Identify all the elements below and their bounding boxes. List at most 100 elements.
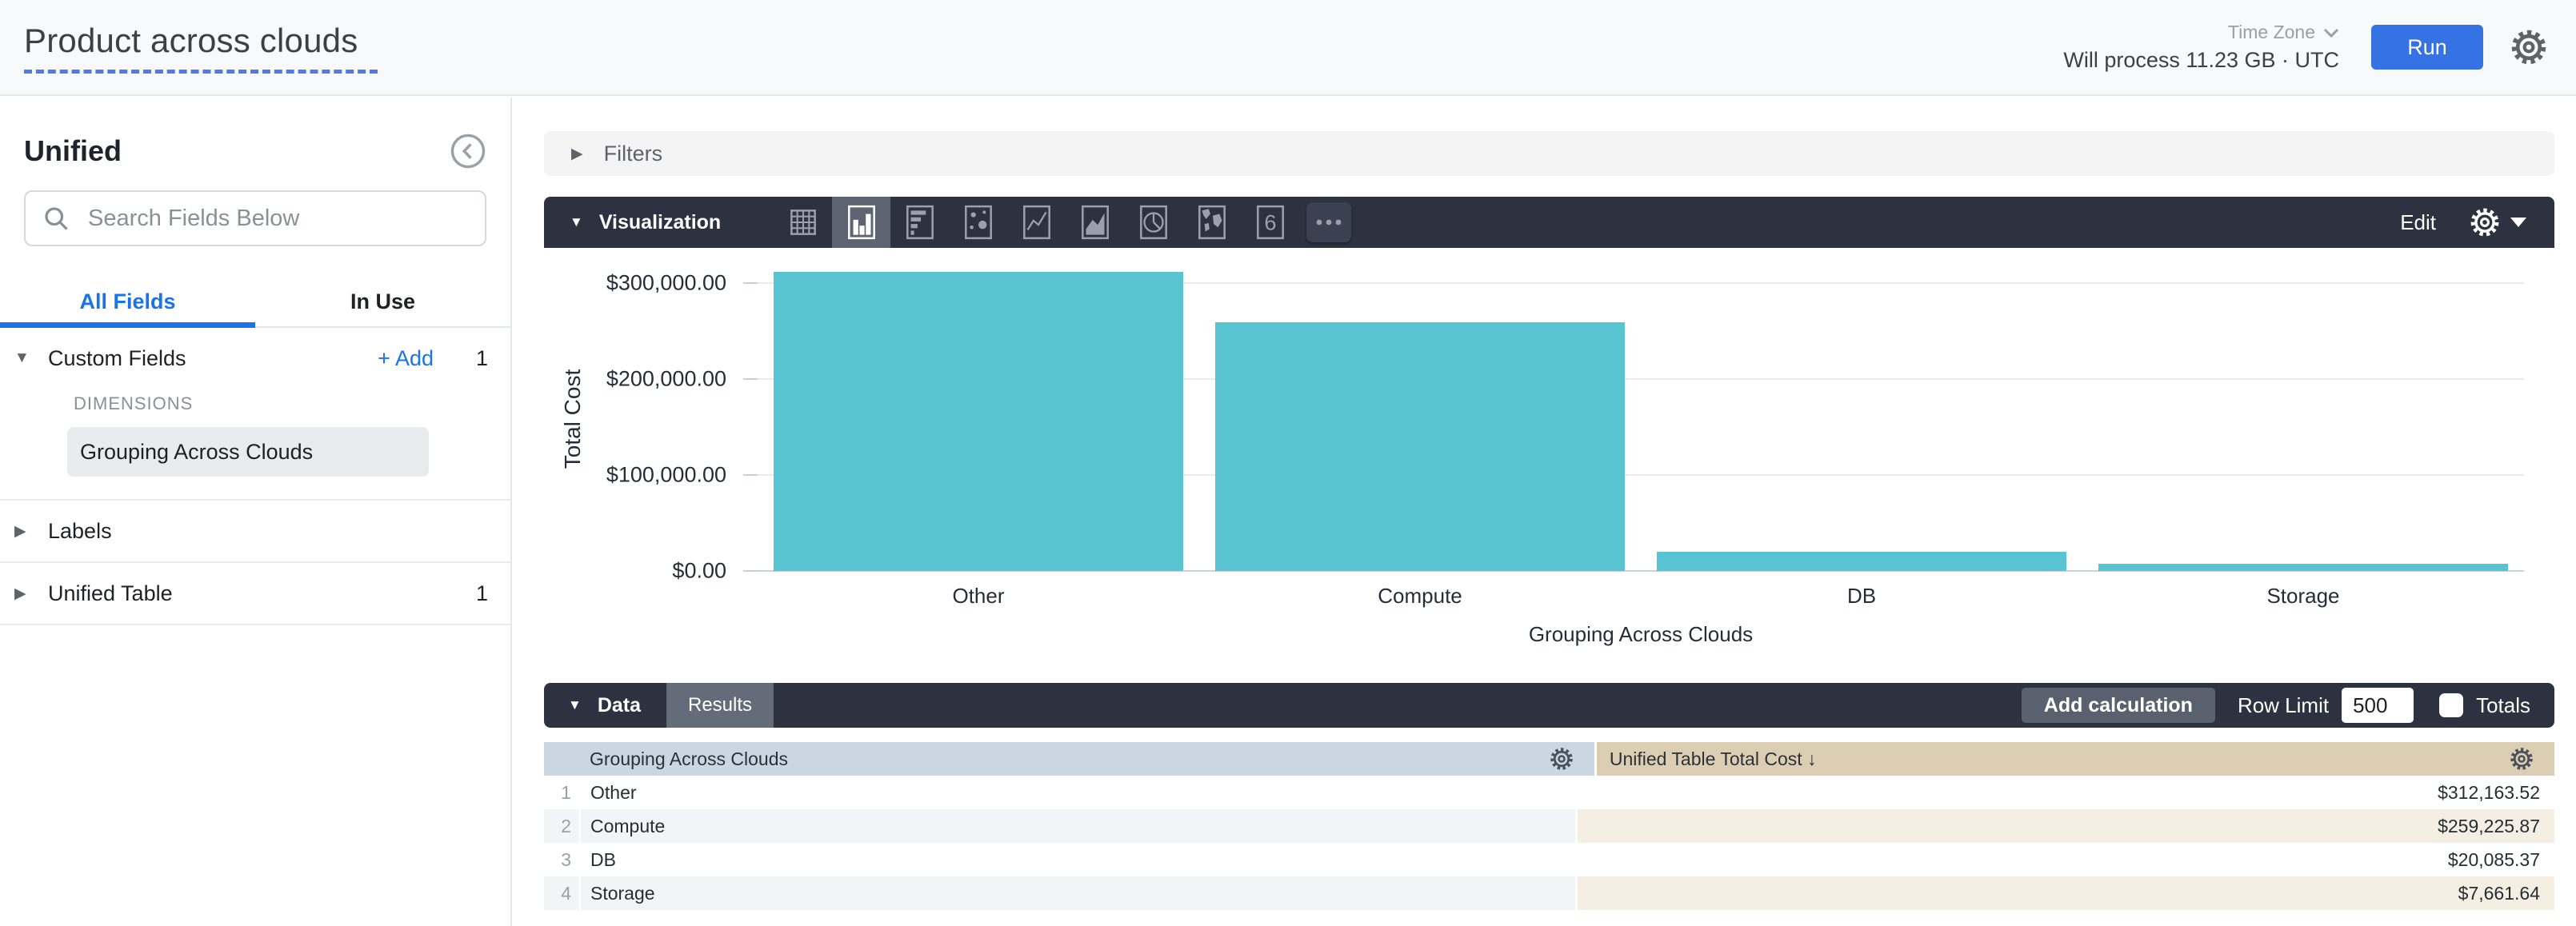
dimension-column-header[interactable]: Grouping Across Clouds <box>544 742 1594 776</box>
explore-settings-gear-icon[interactable] <box>2510 29 2547 66</box>
caret-right-icon: ▶ <box>14 585 42 603</box>
totals-checkbox[interactable] <box>2439 693 2463 717</box>
dimension-cell[interactable]: Storage <box>581 876 1575 910</box>
x-category-label: Other <box>758 584 1199 609</box>
caret-right-icon: ▶ <box>14 522 42 541</box>
explore-page: Product across clouds Time Zone Will pro… <box>0 0 2576 926</box>
filters-bar[interactable]: ▶ Filters <box>544 131 2554 176</box>
row-index: 2 <box>544 809 581 843</box>
measure-cell[interactable]: $259,225.87 <box>1575 809 2554 843</box>
column-gear-icon[interactable] <box>2510 747 2534 771</box>
x-axis-labels: OtherComputeDBStorage <box>758 584 2524 613</box>
x-category-label: Storage <box>2082 584 2524 609</box>
run-button[interactable]: Run <box>2371 25 2483 70</box>
column-gear-icon[interactable] <box>1550 747 1574 771</box>
more-viz-types-icon[interactable] <box>1299 197 1358 248</box>
area-chart-viz-icon[interactable] <box>1066 197 1124 248</box>
sidebar-section-unified-table[interactable]: ▶ Unified Table 1 <box>0 563 510 624</box>
table-row: 1Other$312,163.52 <box>544 776 2554 809</box>
sort-descending-icon[interactable]: ↓ <box>1807 748 1817 769</box>
row-index: 4 <box>544 876 581 910</box>
page-title[interactable]: Product across clouds <box>24 22 378 60</box>
sidebar-section-custom-fields[interactable]: ▼ Custom Fields + Add 1 <box>0 328 510 389</box>
dimension-cell[interactable]: Other <box>581 776 1575 809</box>
custom-fields-count: 1 <box>472 346 488 371</box>
table-viz-icon[interactable] <box>774 197 832 248</box>
caret-down-icon: ▼ <box>14 349 42 367</box>
row-index: 3 <box>544 843 581 876</box>
viz-type-switcher: 6 <box>774 197 1358 248</box>
line-chart-viz-icon[interactable] <box>1007 197 1066 248</box>
sidebar-section-labels[interactable]: ▶ Labels <box>0 501 510 561</box>
row-index: 1 <box>544 776 581 809</box>
x-category-label: DB <box>1641 584 2082 609</box>
bar-db[interactable] <box>1657 552 2066 571</box>
main-content: ▶ Filters ▼ Visualization <box>512 98 2576 926</box>
table-row: 3DB$20,085.37 <box>544 843 2554 876</box>
visualization-bar: ▼ Visualization <box>544 197 2554 248</box>
row-limit-input[interactable] <box>2342 688 2414 723</box>
table-header-row: Grouping Across Clouds Unified Table Tot… <box>544 742 2554 776</box>
totals-label: Totals <box>2476 693 2530 718</box>
caret-down-icon <box>2510 217 2527 228</box>
y-axis-labels: $300,000.00$200,000.00$100,000.00$0.00 <box>544 267 726 571</box>
axis-tick <box>743 570 758 572</box>
scatter-viz-icon[interactable] <box>949 197 1007 248</box>
unified-table-count: 1 <box>472 581 488 606</box>
dimension-cell[interactable]: Compute <box>581 809 1575 843</box>
caret-right-icon: ▶ <box>571 145 583 163</box>
y-tick-label: $300,000.00 <box>606 271 726 296</box>
map-viz-icon[interactable] <box>1182 197 1241 248</box>
dimension-cell[interactable]: DB <box>581 843 1575 876</box>
divider <box>0 624 510 625</box>
collapse-sidebar-icon[interactable] <box>450 133 486 170</box>
timezone-selector[interactable]: Time Zone <box>2228 22 2339 43</box>
bar-chart-viz-icon[interactable] <box>890 197 949 248</box>
results-tab[interactable]: Results <box>666 683 774 728</box>
bar-storage[interactable] <box>2098 564 2508 571</box>
table-row: 2Compute$259,225.87 <box>544 809 2554 843</box>
field-search-box[interactable] <box>24 190 486 246</box>
data-label: Data <box>598 694 641 717</box>
y-tick-label: $100,000.00 <box>606 463 726 488</box>
viz-settings-gear-icon[interactable] <box>2470 207 2527 237</box>
active-tab-underline <box>0 322 255 328</box>
measure-column-header[interactable]: Unified Table Total Cost ↓ <box>1594 742 2554 776</box>
measure-cell[interactable]: $7,661.64 <box>1575 876 2554 910</box>
top-header: Product across clouds Time Zone Will pro… <box>0 0 2576 96</box>
add-custom-field-button[interactable]: + Add <box>378 346 434 371</box>
single-value-viz-icon[interactable]: 6 <box>1241 197 1299 248</box>
process-estimate-text: Will process 11.23 GB · UTC <box>2063 48 2339 73</box>
add-calculation-button[interactable]: Add calculation <box>2022 688 2215 723</box>
viz-edit-button[interactable]: Edit <box>2400 210 2436 235</box>
timezone-label: Time Zone <box>2228 22 2315 43</box>
view-title: Unified <box>24 134 122 168</box>
title-underline <box>24 70 378 74</box>
caret-down-icon[interactable]: ▼ <box>568 697 582 713</box>
tab-all-fields[interactable]: All Fields <box>0 277 255 326</box>
bar-compute[interactable] <box>1215 322 1625 571</box>
tab-in-use[interactable]: In Use <box>255 277 510 326</box>
column-chart-viz-icon[interactable] <box>832 197 890 248</box>
svg-text:6: 6 <box>1264 210 1276 234</box>
table-body: 1Other$312,163.522Compute$259,225.873DB$… <box>544 776 2554 910</box>
search-input[interactable] <box>88 206 469 232</box>
bar-other[interactable] <box>774 272 1183 571</box>
y-tick-label: $0.00 <box>672 559 726 584</box>
title-wrap: Product across clouds <box>24 22 378 74</box>
plot-area <box>758 267 2524 571</box>
field-grouping-across-clouds[interactable]: Grouping Across Clouds <box>67 427 429 477</box>
pie-chart-viz-icon[interactable] <box>1124 197 1182 248</box>
search-icon <box>42 204 70 233</box>
dimensions-group-label: DIMENSIONS <box>74 393 510 414</box>
chevron-down-icon <box>2323 28 2339 38</box>
bar-chart: Total Cost $300,000.00$200,000.00$100,00… <box>544 248 2554 651</box>
axis-tick <box>743 378 758 380</box>
caret-down-icon[interactable]: ▼ <box>570 214 583 230</box>
measure-cell[interactable]: $312,163.52 <box>1575 776 2554 809</box>
process-info: Time Zone Will process 11.23 GB · UTC <box>2063 22 2339 73</box>
x-axis-title: Grouping Across Clouds <box>758 622 2524 647</box>
row-limit-label: Row Limit <box>2238 693 2329 718</box>
measure-cell[interactable]: $20,085.37 <box>1575 843 2554 876</box>
y-tick-label: $200,000.00 <box>606 367 726 392</box>
